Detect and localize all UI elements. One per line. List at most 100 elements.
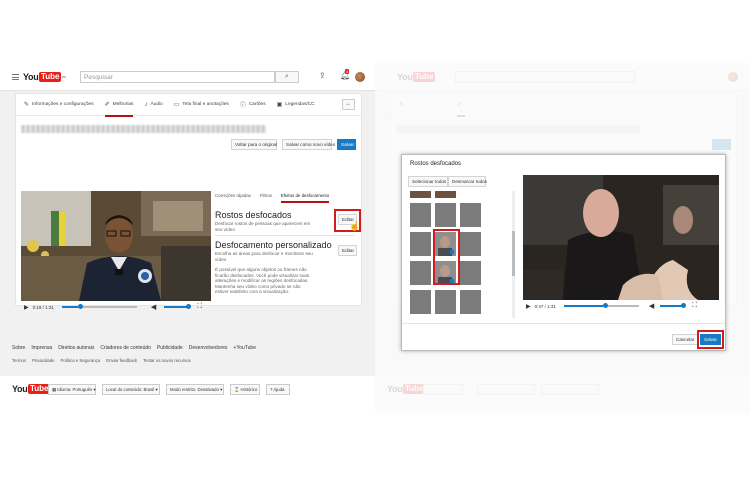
- save-as-new-button[interactable]: Salvar como novo vídeo: [282, 139, 335, 150]
- tab-audio[interactable]: ♪ Áudio: [144, 94, 162, 116]
- footer-link[interactable]: Enviar feedback: [106, 358, 137, 363]
- progress-bar[interactable]: [563, 303, 639, 308]
- play-icon[interactable]: ▶: [526, 303, 531, 310]
- cursor-icon: ☝: [349, 221, 361, 231]
- footer-link[interactable]: Privacidade: [32, 358, 54, 363]
- upload-icon[interactable]: ⇪: [319, 71, 326, 80]
- footer-link[interactable]: Criadores de conteúdo: [100, 345, 151, 351]
- history-label: Histórico: [240, 387, 258, 392]
- dialog-divider: [402, 323, 725, 324]
- history-button[interactable]: ⌛ Histórico: [230, 384, 260, 395]
- arrow-left-icon: ←: [345, 101, 352, 107]
- divider: [215, 235, 355, 236]
- volume-icon[interactable]: ◀︎: [151, 303, 156, 311]
- footer: You Tube ▦ Idioma: Português ▾ Local do c…: [0, 376, 375, 413]
- right-screenshot: YouTube ✎ ✐ YouTube Rostos desfocados Se…: [375, 63, 750, 413]
- deselect-all-button[interactable]: Desmarcar todos: [448, 176, 487, 187]
- custom-blur-title: Desfocamento personalizado: [215, 240, 332, 250]
- video-title-redacted: [21, 125, 266, 133]
- location-select[interactable]: Local do conteúdo: Brasil ▾: [102, 384, 160, 395]
- face-thumbnail[interactable]: [460, 290, 481, 314]
- tab-label: Melhorias: [112, 102, 134, 107]
- footer-link[interactable]: Testar os novos recursos: [143, 358, 191, 363]
- face-thumbnail[interactable]: [410, 290, 431, 314]
- selected-faces-highlight: [433, 229, 460, 285]
- footer-link[interactable]: Imprensa: [31, 345, 52, 351]
- cancel-button[interactable]: Cancelar: [672, 334, 698, 345]
- restricted-label: Modo restrito: Desativado: [170, 387, 219, 392]
- tab-quick-fixes[interactable]: Correções rápidas: [215, 193, 251, 203]
- footer-logo[interactable]: You Tube: [12, 383, 50, 395]
- fullscreen-icon[interactable]: ⛶: [692, 302, 697, 310]
- tab-subtitles[interactable]: ▣ Legendas/CC: [277, 94, 315, 116]
- volume-icon[interactable]: ◀︎: [649, 302, 654, 310]
- tab-label: Tela final e anotações: [182, 102, 229, 107]
- youtube-logo[interactable]: You Tube BR: [23, 71, 66, 83]
- search-icon: ⌕: [285, 73, 289, 80]
- fullscreen-icon[interactable]: ⛶: [197, 303, 202, 311]
- custom-blur-description: Escolha as áreas para desfocar e monitor…: [215, 251, 313, 262]
- blurred-frame: [523, 175, 719, 300]
- footer-link[interactable]: Política e Segurança: [61, 358, 101, 363]
- info-icon: ✎: [24, 102, 30, 108]
- footer-link[interactable]: +YouTube: [233, 345, 256, 351]
- progress-bar[interactable]: [61, 304, 137, 309]
- footer-link[interactable]: Termos: [12, 358, 26, 363]
- face-thumbnail[interactable]: [410, 261, 431, 285]
- restricted-mode-select[interactable]: Modo restrito: Desativado ▾: [166, 384, 224, 395]
- volume-slider[interactable]: [164, 304, 192, 309]
- video-preview[interactable]: [21, 191, 211, 301]
- tab-filters[interactable]: Filtros: [260, 193, 272, 203]
- editor-tabs: ✎ Informações e configurações ✐ Melhorias …: [16, 94, 361, 117]
- film-icon: ▭: [173, 102, 180, 108]
- tab-enhancements[interactable]: ✐ Melhorias: [104, 94, 134, 117]
- music-icon: ♪: [144, 101, 148, 108]
- blur-faces-dialog: Rostos desfocados Selecionar todos Desma…: [401, 154, 726, 351]
- help-button[interactable]: ? Ajuda: [266, 384, 290, 395]
- tab-end-screen[interactable]: ▭ Tela final e anotações: [174, 94, 229, 116]
- face-thumbnail[interactable]: [410, 232, 431, 256]
- face-thumbnail[interactable]: [410, 203, 431, 227]
- tab-cards[interactable]: ⓘ Cartões: [240, 94, 266, 116]
- tab-info[interactable]: ✎ Informações e configurações: [24, 94, 94, 116]
- play-icon[interactable]: ▶: [24, 304, 29, 311]
- search-button[interactable]: ⌕: [275, 71, 299, 83]
- revert-button[interactable]: Voltar para o original: [231, 139, 277, 150]
- menu-icon[interactable]: [12, 74, 19, 80]
- faces-grid[interactable]: [408, 191, 518, 318]
- enhancement-subtabs: Correções rápidas Filtros Efeitos de des…: [215, 193, 338, 203]
- scrollbar[interactable]: [512, 191, 515, 318]
- face-thumbnail[interactable]: [435, 203, 456, 227]
- help-label: Ajuda: [273, 387, 285, 392]
- select-all-button[interactable]: Selecionar todos: [408, 176, 448, 187]
- blur-note: É possível que alguns objetos ou frames …: [215, 267, 310, 295]
- face-thumbnail[interactable]: [460, 203, 481, 227]
- blurred-video-preview[interactable]: [523, 175, 719, 300]
- tab-blur-effects[interactable]: Efeitos de desfocamento: [280, 193, 330, 203]
- tab-label: Informações e configurações: [32, 102, 94, 107]
- player-controls: ▶ 0:47 / 1:31 ◀︎ ⛶: [523, 301, 719, 311]
- faces-title: Rostos desfocados: [215, 210, 292, 220]
- masthead: You Tube BR Pesquisar ⌕ ⇪ 🔔︎ 4: [0, 63, 375, 91]
- face-thumbnail[interactable]: [460, 261, 481, 285]
- face-thumbnail[interactable]: [460, 232, 481, 256]
- search-input[interactable]: Pesquisar: [80, 71, 275, 83]
- tab-label: Cartões: [248, 102, 266, 107]
- footer-link[interactable]: Sobre: [12, 345, 25, 351]
- language-select[interactable]: ▦ Idioma: Português ▾: [48, 384, 96, 395]
- avatar[interactable]: [355, 72, 365, 82]
- dialog-title: Rostos desfocados: [410, 161, 462, 167]
- language-label: Idioma: Português: [57, 387, 93, 392]
- volume-slider[interactable]: [660, 303, 687, 308]
- footer-link[interactable]: Desenvolvedores: [189, 345, 228, 351]
- face-thumbnail[interactable]: [435, 290, 456, 314]
- info-circle-icon: ⓘ: [239, 103, 246, 109]
- footer-link[interactable]: Publicidade: [157, 345, 183, 351]
- save-button[interactable]: Salvar: [337, 139, 356, 150]
- cc-icon: ▣: [276, 102, 283, 108]
- time-display: 0:19 / 1:31: [32, 304, 54, 310]
- footer-link[interactable]: Direitos autorais: [58, 345, 94, 351]
- custom-edit-button[interactable]: Editar: [338, 245, 357, 256]
- wand-icon: ✐: [104, 102, 110, 108]
- back-button[interactable]: ←: [342, 99, 355, 110]
